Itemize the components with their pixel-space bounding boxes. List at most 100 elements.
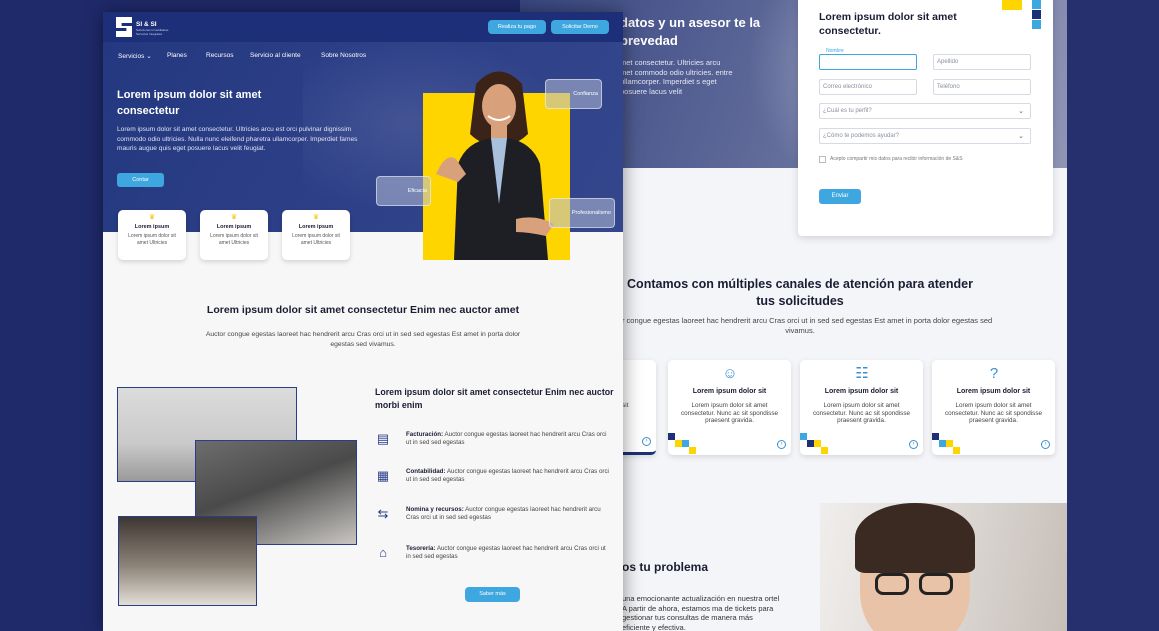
pay-button[interactable]: Realiza tu pago (488, 20, 546, 34)
tag-confianza: Confianza (545, 79, 602, 109)
channel-card-text: Lorem ipsum dolor sit amet consectetur. … (813, 402, 910, 424)
pixel-decoration (689, 447, 696, 454)
agent-glasses (875, 573, 955, 595)
pixel-decoration (821, 447, 828, 454)
nav-item-servicio-cliente[interactable]: Servicio al cliente (250, 52, 301, 59)
hero-title: Lorem ipsum dolor sit amet consectetur (117, 89, 262, 117)
support-agent-icon: ☺ (722, 365, 738, 382)
pixel-decoration (668, 433, 675, 440)
feature-item-contabilidad: ▦ Contabilidad: Auctor congue egestas la… (375, 468, 615, 498)
feature-label: Contabilidad: (406, 468, 446, 475)
feature-item-nomina: ⇆ Nomina y recursos: Auctor congue egest… (375, 506, 615, 536)
section-subtitle: Auctor congue egestas laoreet hac hendre… (205, 331, 521, 348)
feature-mini-card[interactable]: ♛ Lorem ipsum Lorem ipsum dolor sit amet… (282, 210, 350, 260)
learn-more-button[interactable]: Saber más (465, 587, 520, 602)
channel-card[interactable]: ☷ Lorem ipsum dolor sit Lorem ipsum dolo… (800, 360, 923, 455)
support-agent-photo (820, 503, 1067, 631)
email-field[interactable]: Correo electrónico (819, 79, 917, 95)
hero-woman-photo (436, 71, 554, 260)
channel-card-text: Lorem ipsum dolor sit amet consectetur. … (945, 402, 1042, 424)
pixel-decoration (953, 447, 960, 454)
pixel-decoration (1032, 10, 1041, 19)
landing-page-mockup: SI & SI Soluciones Inmobiliarias Servici… (103, 12, 623, 631)
pixel-decoration (1032, 0, 1041, 9)
name-field-label: Nombre (824, 48, 846, 54)
nav-item-recursos[interactable]: Recursos (206, 52, 233, 59)
consent-label: Acepto compartir mis datos para recibir … (830, 156, 963, 162)
backdrop-strip (1067, 0, 1159, 631)
contact-form-card: Lorem ipsum dolor sit amet consectetur. … (798, 0, 1053, 236)
chevron-down-icon: ⌄ (1018, 108, 1024, 115)
pixel-decoration (807, 440, 814, 447)
tag-profesionalismo: Profesionalismo (549, 198, 615, 228)
agent-hair (855, 503, 975, 573)
name-field[interactable] (819, 54, 917, 70)
arrow-right-icon[interactable]: › (909, 440, 918, 449)
chat-people-icon: ☷ (855, 365, 869, 382)
crown-icon: ♛ (148, 214, 156, 221)
feature-item-tesoreria: ⌂ Tesorería: Auctor congue egestas laore… (375, 545, 615, 575)
bg-hero-text: met consectetur. Ultricies arcu met comm… (620, 58, 733, 96)
arrow-right-icon[interactable]: › (1041, 440, 1050, 449)
problem-text: una emocionante actualización en nuestra… (622, 594, 780, 631)
channels-title: Contamos con múltiples canales de atenci… (627, 277, 973, 308)
user-question-icon: ? (989, 365, 999, 382)
hero-text: Lorem ipsum dolor sit amet consectetur. … (117, 126, 358, 152)
pixel-decoration (814, 440, 821, 447)
help-select-value: ¿Cómo te podemos ayudar? (823, 133, 900, 139)
consent-checkbox[interactable] (819, 156, 826, 163)
pixel-decoration (800, 433, 807, 440)
submit-button[interactable]: Enviar (819, 189, 861, 204)
chevron-down-icon: ⌄ (146, 53, 152, 60)
pixel-decoration (1032, 20, 1041, 29)
profile-select-value: ¿Cuál es tu perfil? (823, 108, 872, 114)
section-title: Lorem ipsum dolor sit amet consectetur E… (206, 304, 520, 316)
help-select[interactable]: ¿Cómo te podemos ayudar? ⌄ (819, 128, 1031, 144)
mini-card-title: Lorem ipsum (134, 224, 170, 230)
bank-icon: ⌂ (379, 545, 387, 560)
mini-card-text: Lorem ipsum dolor sit amet Ultricies (210, 233, 258, 246)
form-title: Lorem ipsum dolor sit amet consectetur. (819, 11, 957, 37)
mini-card-text: Lorem ipsum dolor sit amet Ultricies (292, 233, 340, 246)
pixel-decoration (932, 433, 939, 440)
surname-field[interactable]: Apellido (933, 54, 1031, 70)
nav-item-planes[interactable]: Planes (167, 52, 187, 59)
nav-item-sobre-nosotros[interactable]: Sobre Nosotros (321, 52, 366, 59)
channel-card-title: Lorem ipsum dolor sit (824, 388, 899, 395)
request-demo-button[interactable]: Solicitar Demo (551, 20, 609, 34)
pixel-decoration (682, 440, 689, 447)
calculator-icon: ▦ (376, 468, 390, 483)
logo-icon[interactable] (116, 17, 132, 37)
feature-mini-card[interactable]: ♛ Lorem ipsum Lorem ipsum dolor sit amet… (118, 210, 186, 260)
feature-mini-card[interactable]: ♛ Lorem ipsum Lorem ipsum dolor sit amet… (200, 210, 268, 260)
pixel-decoration (946, 440, 953, 447)
arrow-right-icon[interactable]: › (777, 440, 786, 449)
tag-eficacia: Eficacia (376, 176, 431, 206)
paperwork-photo (118, 516, 257, 606)
logo-name[interactable]: SI & SI (136, 21, 157, 28)
feature-label: Nomina y recursos: (406, 506, 464, 513)
features-title: Lorem ipsum dolor sit amet consectetur E… (375, 387, 614, 410)
crown-icon: ♛ (230, 214, 238, 221)
payroll-icon: ⇆ (377, 506, 389, 521)
channel-card-text: Lorem ipsum dolor sit amet consectetur. … (681, 402, 778, 424)
problem-title: os tu problema (622, 560, 709, 574)
channel-card[interactable]: ☺ Lorem ipsum dolor sit Lorem ipsum dolo… (668, 360, 791, 455)
nav-label: Servicios (118, 53, 145, 60)
nav-item-servicios[interactable]: Servicios ⌄ (118, 52, 152, 60)
channels-subtitle: uctor congue egestas laoreet hac hendrer… (607, 316, 993, 335)
pixel-decoration (939, 440, 946, 447)
profile-select[interactable]: ¿Cuál es tu perfil? ⌄ (819, 103, 1031, 119)
mini-card-title: Lorem ipsum (298, 224, 334, 230)
crown-icon: ♛ (312, 214, 320, 221)
channel-card-title: Lorem ipsum dolor sit (956, 388, 1031, 395)
arrow-right-icon[interactable]: › (642, 437, 651, 446)
mini-card-title: Lorem ipsum (216, 224, 252, 230)
channel-card[interactable]: ? Lorem ipsum dolor sit Lorem ipsum dolo… (932, 360, 1055, 455)
chevron-down-icon: ⌄ (1018, 133, 1024, 140)
pixel-decoration (675, 440, 682, 447)
feature-label: Tesorería: (406, 545, 436, 552)
feature-text: Auctor congue egestas laoreet hac hendre… (406, 545, 606, 560)
phone-field[interactable]: Teléfono (933, 79, 1031, 95)
hero-cta-button[interactable]: Contar (117, 173, 164, 187)
